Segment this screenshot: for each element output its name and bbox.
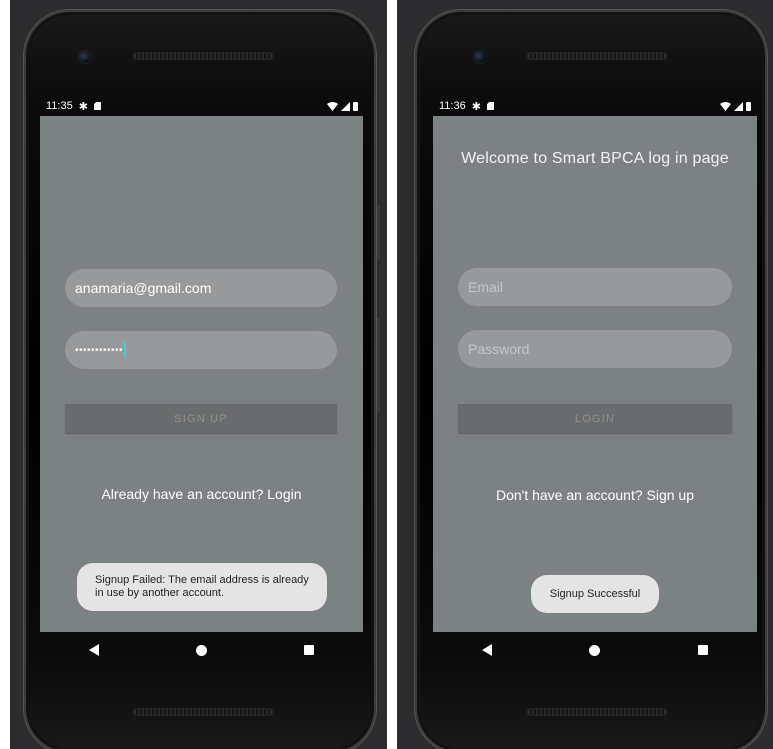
nav-bar (433, 632, 757, 668)
password-field[interactable]: •••••••••••• (65, 331, 337, 369)
login-button[interactable]: LOGIN (458, 404, 732, 433)
email-placeholder: Email (468, 279, 504, 295)
bottom-speaker (527, 708, 667, 716)
login-link[interactable]: Already have an account? Login (40, 486, 363, 502)
wifi-icon (720, 101, 731, 111)
password-value: •••••••••••• (75, 344, 124, 356)
status-time: 11:36 (439, 100, 466, 112)
battery-icon (746, 101, 751, 111)
power-button (377, 205, 380, 260)
app-screen: anamaria@gmail.com •••••••••••• SIGN UP … (40, 116, 363, 632)
sign-up-link[interactable]: Don't have an account? Sign up (433, 487, 757, 503)
front-camera (78, 50, 92, 64)
email-field[interactable]: Email (458, 268, 732, 306)
sign-up-button[interactable]: SIGN UP (65, 404, 337, 433)
recents-icon[interactable] (304, 645, 315, 655)
signal-icon (734, 101, 743, 111)
battery-icon (353, 101, 358, 111)
toast-message: Signup Failed: The email address is alre… (77, 563, 327, 611)
signal-icon (341, 101, 350, 111)
page-title: Welcome to Smart BPCA log in page (461, 150, 729, 167)
back-icon[interactable] (88, 644, 99, 656)
password-field[interactable]: Password (458, 330, 732, 368)
toast-text: Signup Failed: The email address is alre… (95, 574, 309, 599)
front-camera (473, 50, 487, 64)
right-panel: 11:36 ✱ Welcome to Smart BPCA log in pag… (397, 0, 773, 749)
gear-icon: ✱ (78, 100, 88, 113)
toast-message: Signup Successful (531, 575, 659, 613)
status-bar: 11:35 ✱ (44, 96, 362, 116)
app-screen: Welcome to Smart BPCA log in page Email … (433, 116, 757, 632)
text-cursor (124, 342, 127, 358)
status-time: 11:35 (46, 100, 73, 112)
nav-bar (40, 632, 363, 668)
password-placeholder: Password (468, 341, 530, 357)
left-panel: 11:35 ✱ anamaria@gmail.com •••••••••••• … (10, 0, 387, 749)
sd-card-icon (486, 102, 494, 110)
wifi-icon (327, 101, 338, 111)
back-icon[interactable] (481, 644, 492, 656)
sd-card-icon (93, 102, 101, 110)
recents-icon[interactable] (698, 645, 709, 655)
gear-icon: ✱ (471, 100, 481, 113)
status-bar: 11:36 ✱ (437, 96, 755, 116)
earpiece-speaker (527, 52, 667, 60)
toast-text: Signup Successful (549, 587, 641, 600)
email-value: anamaria@gmail.com (75, 280, 212, 296)
bottom-speaker (133, 708, 273, 716)
volume-button (377, 318, 380, 413)
earpiece-speaker (133, 52, 273, 60)
email-field[interactable]: anamaria@gmail.com (65, 269, 337, 307)
home-icon[interactable] (195, 644, 207, 656)
home-icon[interactable] (589, 644, 601, 656)
